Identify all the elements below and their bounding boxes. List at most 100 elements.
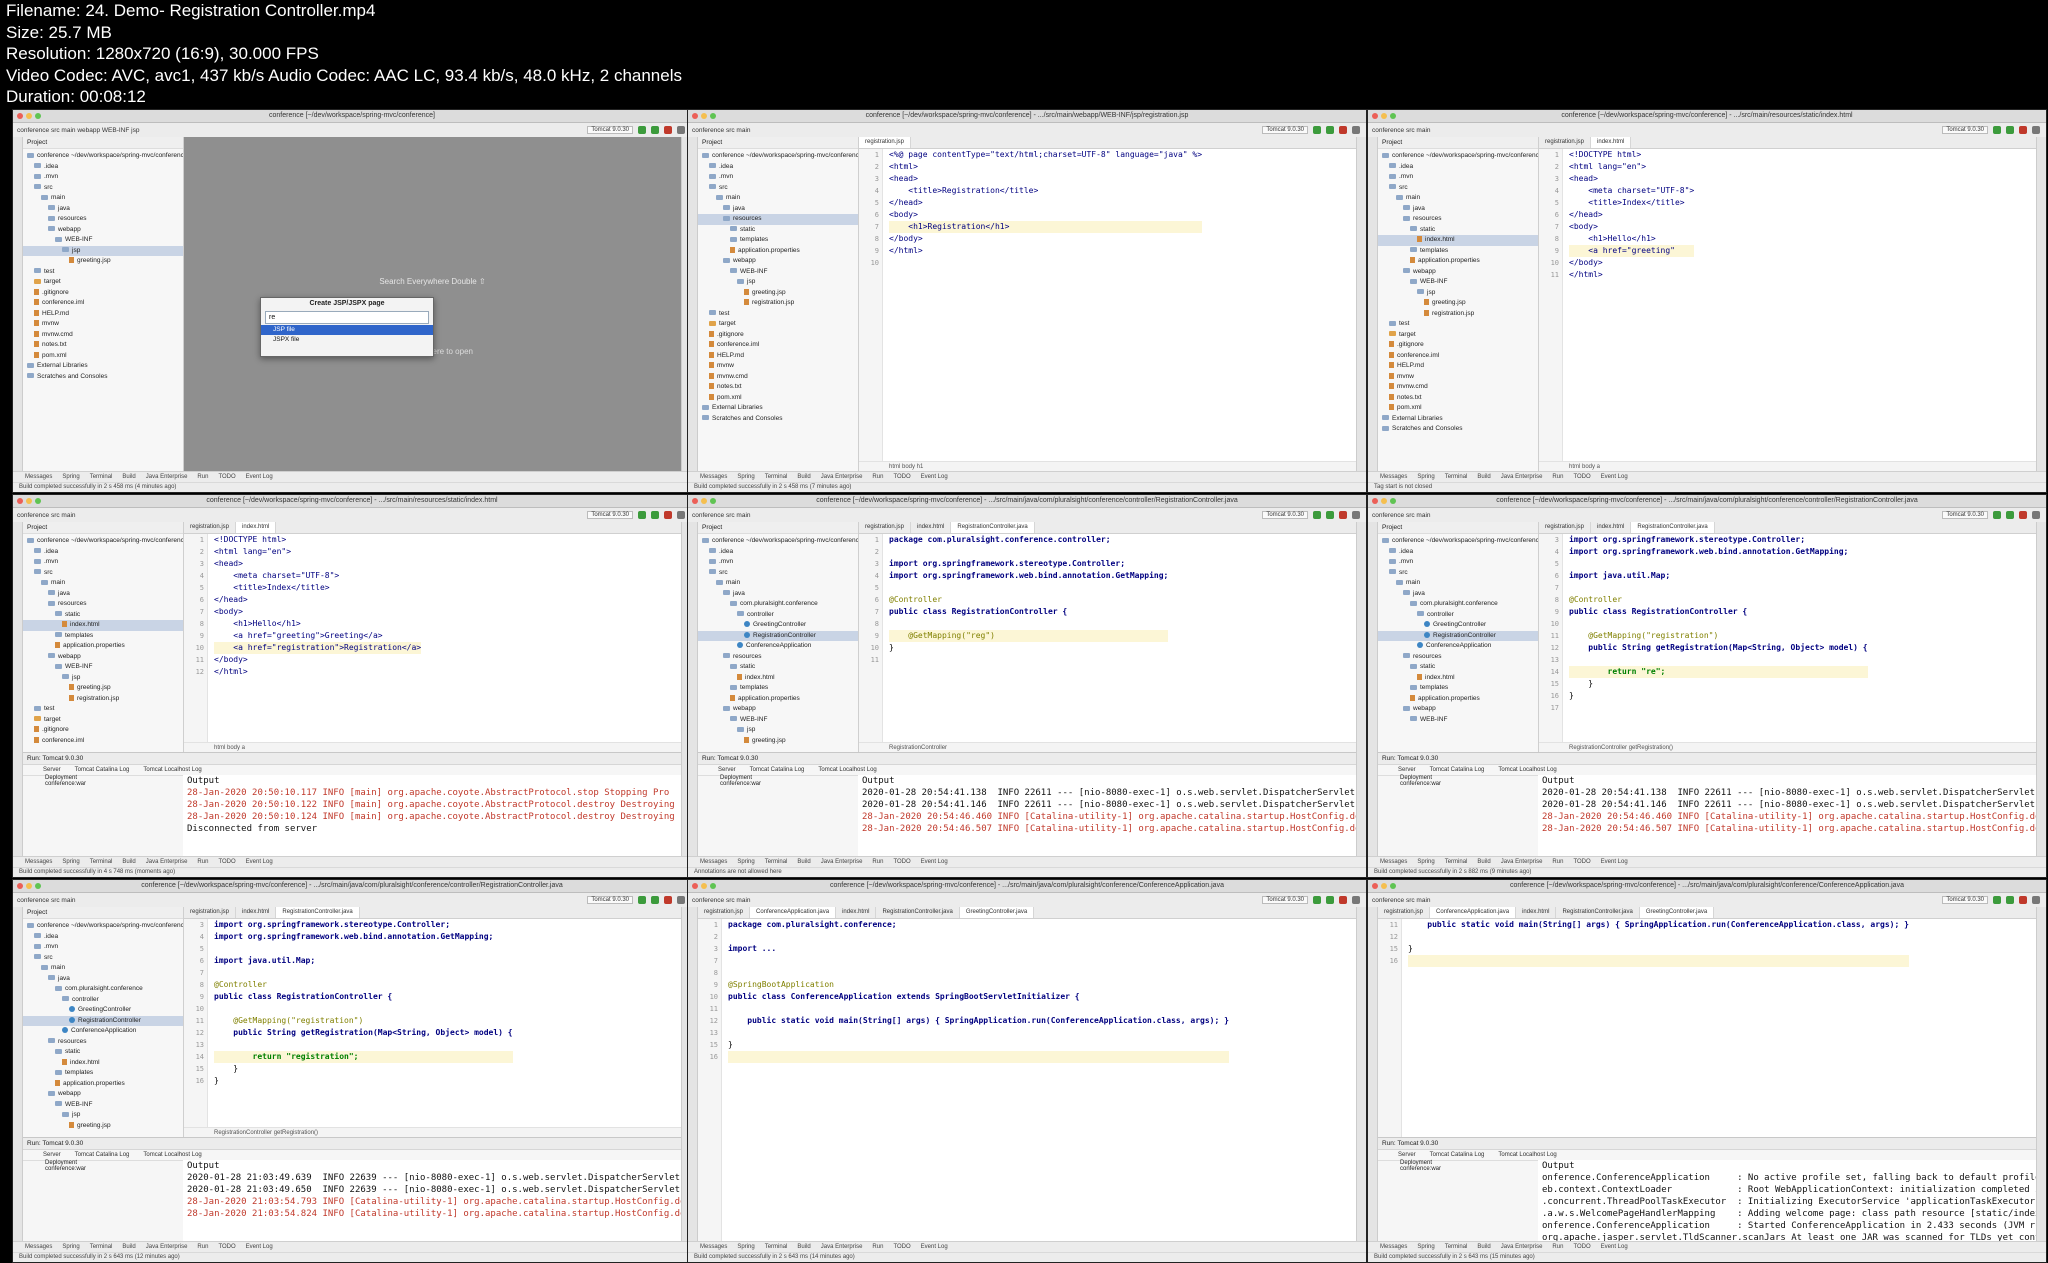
tool-window-button[interactable]: TODO: [893, 1244, 910, 1250]
zoom-icon[interactable]: [710, 883, 716, 889]
zoom-icon[interactable]: [1390, 113, 1396, 119]
tool-window-button[interactable]: Run: [197, 859, 208, 865]
services-tab[interactable]: Tomcat Catalina Log: [1430, 767, 1485, 773]
run-icon[interactable]: [1993, 896, 2001, 904]
tree-item[interactable]: static: [1378, 225, 1538, 236]
tree-item[interactable]: .mvn: [1378, 557, 1538, 568]
tree-item[interactable]: registration.jsp: [23, 694, 183, 705]
tree-item[interactable]: webapp: [698, 704, 858, 715]
tool-window-button[interactable]: Messages: [1380, 1244, 1407, 1250]
settings-icon[interactable]: [677, 511, 685, 519]
tree-item[interactable]: test: [23, 704, 183, 715]
run-config-select[interactable]: Tomcat 9.0.30: [587, 511, 633, 519]
editor-tab[interactable]: registration.jsp: [859, 522, 912, 533]
editor-tab[interactable]: index.html: [236, 907, 277, 918]
minimize-icon[interactable]: [701, 113, 707, 119]
tree-item[interactable]: index.html: [1378, 673, 1538, 684]
close-icon[interactable]: [17, 113, 23, 119]
tree-item[interactable]: main: [23, 963, 183, 974]
tool-window-button[interactable]: Messages: [700, 859, 727, 865]
code-area[interactable]: public static void main(String[] args) {…: [1378, 919, 2036, 1138]
tree-item[interactable]: java: [23, 589, 183, 600]
tree-item[interactable]: jsp: [23, 245, 183, 256]
tree-item[interactable]: mvnw: [23, 319, 183, 330]
tool-window-button[interactable]: Build: [797, 474, 810, 480]
tree-item[interactable]: conference ~/dev/workspace/spring-mvc/co…: [698, 536, 858, 547]
tree-item[interactable]: greeting.jsp: [698, 736, 858, 747]
code-area[interactable]: <!DOCTYPE html> <html lang="en"> <head> <m…: [184, 534, 681, 753]
deployment-item[interactable]: conference:war: [45, 781, 195, 787]
tree-item[interactable]: test: [1378, 319, 1538, 330]
stop-icon[interactable]: [1339, 896, 1347, 904]
tree-item[interactable]: java: [23, 204, 183, 215]
editor-tab[interactable]: index.html: [1591, 522, 1632, 533]
debug-icon[interactable]: [2006, 511, 2014, 519]
tree-item[interactable]: HELP.md: [1378, 361, 1538, 372]
tool-window-button[interactable]: Spring: [1417, 859, 1434, 865]
debug-icon[interactable]: [2006, 126, 2014, 134]
event-log-button[interactable]: Event Log: [921, 859, 948, 865]
editor-tab[interactable]: GreetingController.java: [959, 907, 1035, 918]
tool-window-button[interactable]: Build: [122, 1244, 135, 1250]
tree-item[interactable]: application.properties: [1378, 694, 1538, 705]
tree-item[interactable]: WEB-INF: [698, 267, 858, 278]
tree-item[interactable]: templates: [698, 683, 858, 694]
minimize-icon[interactable]: [26, 498, 32, 504]
tree-item[interactable]: java: [1378, 589, 1538, 600]
tree-item[interactable]: .idea: [23, 932, 183, 943]
settings-icon[interactable]: [677, 896, 685, 904]
tree-item[interactable]: WEB-INF: [23, 1100, 183, 1111]
tree-item[interactable]: .gitignore: [698, 330, 858, 341]
tree-item[interactable]: greeting.jsp: [1378, 298, 1538, 309]
tool-window-button[interactable]: Terminal: [90, 859, 113, 865]
tree-item[interactable]: resources: [698, 214, 858, 225]
tree-item[interactable]: greeting.jsp: [23, 1121, 183, 1132]
tree-item[interactable]: notes.txt: [23, 340, 183, 351]
editor-tab[interactable]: registration.jsp: [1539, 522, 1592, 533]
tree-item[interactable]: java: [23, 974, 183, 985]
editor-tab[interactable]: registration.jsp: [1378, 907, 1431, 918]
tree-item[interactable]: jsp: [1378, 288, 1538, 299]
tree-item[interactable]: conference ~/dev/workspace/spring-mvc/co…: [23, 151, 183, 162]
close-icon[interactable]: [1372, 883, 1378, 889]
tree-item[interactable]: index.html: [1378, 235, 1538, 246]
services-tab[interactable]: Tomcat Catalina Log: [75, 767, 130, 773]
tree-item[interactable]: ConferenceApplication: [698, 641, 858, 652]
services-tab[interactable]: Tomcat Localhost Log: [1498, 1152, 1556, 1158]
tree-item[interactable]: src: [1378, 568, 1538, 579]
close-icon[interactable]: [1372, 113, 1378, 119]
settings-icon[interactable]: [1352, 126, 1360, 134]
stop-icon[interactable]: [664, 511, 672, 519]
tree-item[interactable]: .mvn: [1378, 172, 1538, 183]
stop-icon[interactable]: [664, 896, 672, 904]
settings-icon[interactable]: [2032, 511, 2040, 519]
tree-item[interactable]: .mvn: [698, 172, 858, 183]
tree-item[interactable]: resources: [23, 214, 183, 225]
tree-item[interactable]: main: [1378, 578, 1538, 589]
zoom-icon[interactable]: [35, 498, 41, 504]
event-log-button[interactable]: Event Log: [921, 474, 948, 480]
tree-item[interactable]: GreetingController: [698, 620, 858, 631]
services-tab[interactable]: Server: [1398, 1152, 1416, 1158]
tool-window-button[interactable]: Messages: [700, 1244, 727, 1250]
tool-window-button[interactable]: Spring: [737, 859, 754, 865]
tree-item[interactable]: static: [698, 225, 858, 236]
tree-item[interactable]: static: [23, 1047, 183, 1058]
tree-item[interactable]: src: [23, 953, 183, 964]
debug-icon[interactable]: [1326, 126, 1334, 134]
services-tab[interactable]: Tomcat Catalina Log: [75, 1152, 130, 1158]
editor-tab[interactable]: registration.jsp: [184, 522, 237, 533]
minimize-icon[interactable]: [1381, 113, 1387, 119]
editor-tab[interactable]: ConferenceApplication.java: [750, 907, 837, 918]
debug-icon[interactable]: [2006, 896, 2014, 904]
editor-tab[interactable]: index.html: [1591, 137, 1632, 148]
deployment-item[interactable]: conference:war: [1400, 1166, 1550, 1172]
tree-item[interactable]: conference ~/dev/workspace/spring-mvc/co…: [1378, 151, 1538, 162]
console-output[interactable]: Output 28-Jan-2020 20:50:10.117 INFO [mai…: [183, 775, 681, 857]
debug-icon[interactable]: [651, 511, 659, 519]
tree-item[interactable]: src: [23, 568, 183, 579]
run-config-select[interactable]: Tomcat 9.0.30: [1262, 126, 1308, 134]
services-tab[interactable]: Server: [43, 767, 61, 773]
tree-item[interactable]: application.properties: [23, 1079, 183, 1090]
console-output[interactable]: Output onference.ConferenceApplication : …: [1538, 1160, 2036, 1242]
